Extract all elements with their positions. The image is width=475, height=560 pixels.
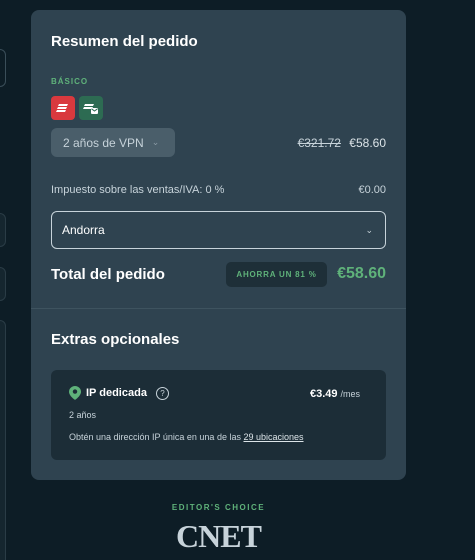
country-value: Andorra: [62, 223, 105, 237]
savings-badge: AHORRA UN 81 %: [226, 262, 327, 287]
addon-price-period: /mes: [340, 389, 360, 399]
left-partial-panel: [0, 213, 6, 247]
order-summary-title: Resumen del pedido: [51, 33, 198, 50]
plan-label: BÁSICO: [51, 77, 89, 86]
left-partial-field: [0, 49, 6, 87]
help-icon[interactable]: ?: [155, 386, 169, 400]
total-label: Total del pedido: [51, 266, 165, 283]
tax-value: €0.00: [358, 184, 386, 196]
original-price: €321.72: [297, 136, 341, 150]
extras-title: Extras opcionales: [51, 331, 180, 348]
plan-duration-value: 2 años de VPN: [63, 135, 144, 150]
location-pin-icon: [69, 386, 81, 400]
order-summary-card: Resumen del pedido BÁSICO 2 años de VPN …: [31, 10, 406, 480]
country-select[interactable]: Andorra ⌄: [51, 211, 386, 249]
total-value: €58.60: [337, 265, 386, 282]
locations-link[interactable]: 29 ubicaciones: [243, 432, 303, 442]
addon-name: IP dedicada: [86, 387, 147, 399]
addon-duration: 2 años: [69, 410, 97, 420]
cnet-logo: CNET: [176, 518, 262, 554]
plan-duration-select[interactable]: 2 años de VPN ⌄: [51, 128, 175, 157]
chevron-down-icon: ⌄: [365, 224, 373, 235]
dedicated-ip-addon[interactable]: IP dedicada ? €3.49/mes 2 años Obtén una…: [51, 370, 386, 460]
current-price: €58.60: [349, 136, 386, 150]
plan-price: €321.72 €58.60: [298, 136, 386, 150]
addon-description: Obtén una dirección IP única en una de l…: [69, 432, 304, 442]
addon-price: €3.49/mes: [310, 388, 360, 400]
addon-price-value: €3.49: [309, 388, 338, 400]
tax-label: Impuesto sobre las ventas/IVA: 0 %: [51, 184, 225, 196]
left-partial-panel: [0, 267, 6, 301]
expressvpn-logo-icon: [51, 96, 75, 120]
addon-description-text: Obtén una dirección IP única en una de l…: [69, 432, 244, 442]
addon-name-row: IP dedicada ?: [69, 386, 169, 400]
mail-shield-icon: [79, 96, 103, 120]
chevron-down-icon: ⌄: [151, 137, 160, 147]
divider: [31, 308, 406, 309]
editors-choice-label: EDITOR'S CHOICE: [171, 503, 266, 512]
product-logos: [51, 96, 103, 120]
